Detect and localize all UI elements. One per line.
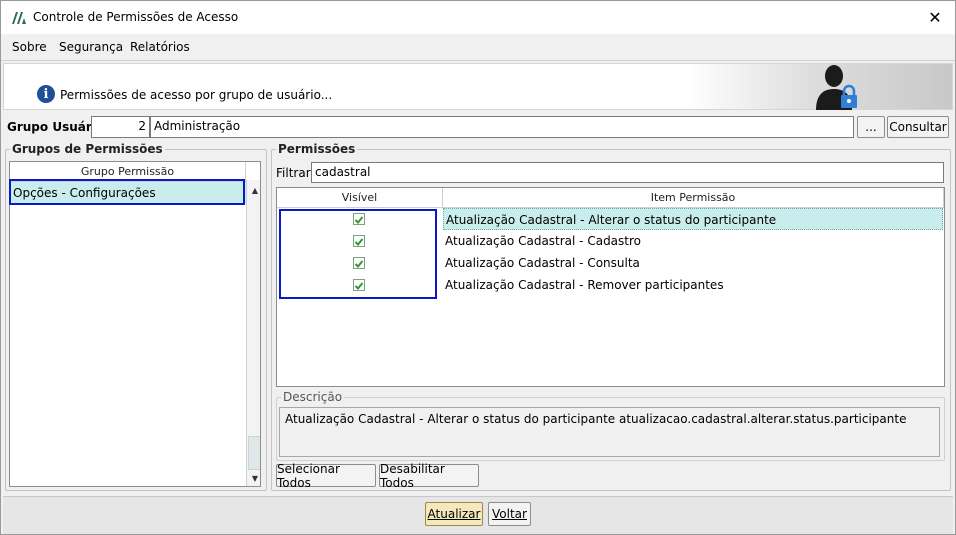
lookup-button[interactable]: ...: [857, 116, 885, 138]
visible-column-header[interactable]: Visível: [277, 188, 443, 208]
header-banner: i Permissões de acesso por grupo de usuá…: [3, 63, 953, 110]
filter-input[interactable]: cadastral: [311, 162, 944, 183]
scroll-down-icon[interactable]: ▼: [247, 470, 260, 486]
update-button[interactable]: Atualizar: [425, 502, 483, 526]
groups-scrollbar[interactable]: ▲ ▼: [246, 180, 260, 486]
permissions-panel-title: Permissões: [276, 142, 358, 156]
permission-item[interactable]: Atualização Cadastral - Cadastro: [443, 230, 943, 252]
filter-label: Filtrar:: [276, 166, 315, 180]
header-text: Permissões de acesso por grupo de usuári…: [60, 88, 333, 102]
item-column-header[interactable]: Item Permissão: [443, 188, 944, 208]
visible-highlight-box: [279, 209, 437, 299]
group-code-field[interactable]: 2: [91, 116, 150, 138]
back-label: Voltar: [492, 507, 527, 521]
menu-relatorios[interactable]: Relatórios: [130, 40, 190, 54]
window-title: Controle de Permissões de Acesso: [33, 10, 239, 24]
group-name-field[interactable]: Administração: [150, 116, 854, 138]
menu-seguranca[interactable]: Segurança: [59, 40, 123, 54]
select-all-button[interactable]: Selecionar Todos: [276, 462, 376, 490]
permission-item[interactable]: Atualização Cadastral - Remover particip…: [443, 274, 943, 296]
menu-bar: Sobre Segurança Relatórios: [1, 34, 955, 61]
permission-item[interactable]: Atualização Cadastral - Consulta: [443, 252, 943, 274]
disable-all-button[interactable]: Desabilitar Todos: [379, 462, 479, 490]
update-label: Atualizar: [427, 507, 481, 521]
description-title: Descrição: [281, 390, 345, 404]
menu-sobre[interactable]: Sobre: [12, 40, 47, 54]
info-icon: i: [37, 85, 55, 103]
consult-button[interactable]: Consultar: [887, 116, 949, 138]
group-highlight-box: [9, 179, 245, 205]
groups-grid: Grupo Permissão Opções - Configurações ▲…: [9, 161, 261, 487]
app-logo-icon: [12, 12, 26, 24]
groups-panel-title: Grupos de Permissões: [10, 142, 165, 156]
back-button[interactable]: Voltar: [488, 502, 531, 526]
permission-item[interactable]: Atualização Cadastral - Alterar o status…: [443, 208, 943, 230]
close-button[interactable]: ✕: [923, 6, 947, 28]
title-bar: Controle de Permissões de Acesso ✕: [1, 1, 955, 34]
close-icon: ✕: [928, 7, 942, 27]
scroll-up-icon[interactable]: ▲: [247, 182, 260, 198]
permissions-window: Controle de Permissões de Acesso ✕ Sobre…: [0, 0, 956, 535]
user-lock-icon: [816, 65, 857, 110]
description-text: Atualização Cadastral - Alterar o status…: [279, 407, 940, 457]
scroll-thumb[interactable]: [248, 436, 260, 470]
